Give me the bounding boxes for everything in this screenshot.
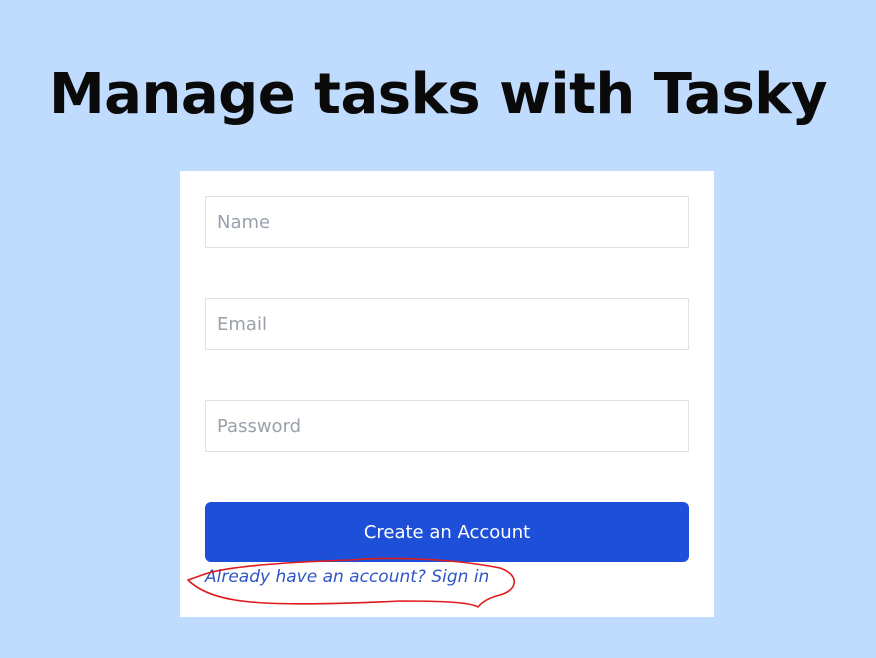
email-field[interactable]: [205, 298, 689, 350]
page-title: Manage tasks with Tasky: [48, 62, 828, 127]
password-field[interactable]: [205, 400, 689, 452]
sign-in-link[interactable]: Already have an account? Sign in: [205, 567, 489, 587]
create-account-button[interactable]: Create an Account: [205, 502, 689, 562]
signup-card: Create an Account Already have an accoun…: [180, 171, 714, 617]
name-field[interactable]: [205, 196, 689, 248]
